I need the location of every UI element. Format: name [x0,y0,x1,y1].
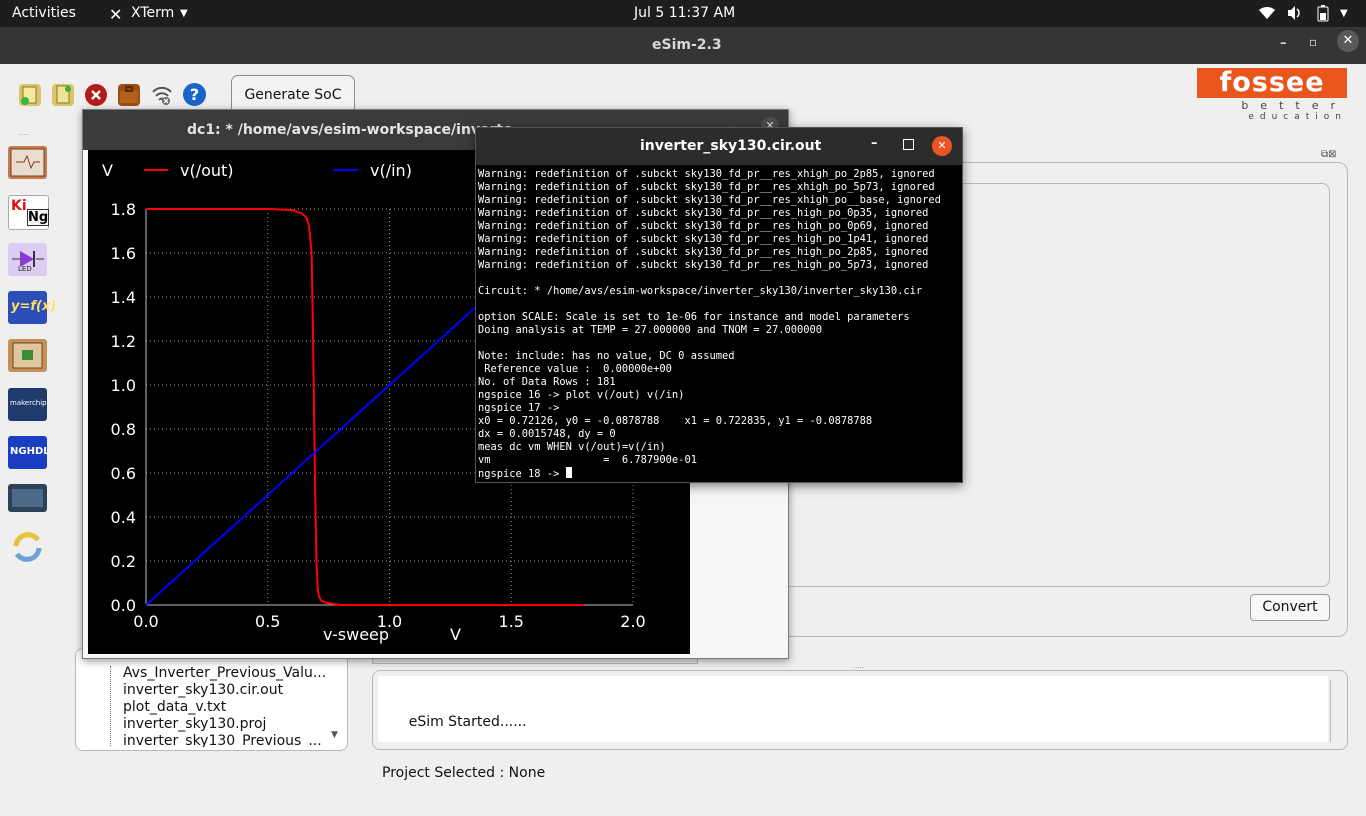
tree-item[interactable]: inverter_sky130.proj [123,716,266,732]
y-tick-label: 1.8 [111,200,136,219]
tree-item[interactable]: plot_data_v.txt [123,699,226,715]
help-icon[interactable]: ? [183,83,206,106]
terminal-line: dx = 0.0015748, dy = 0 [478,428,616,440]
terminal-line: Warning: redefinition of .subckt sky130_… [478,259,929,271]
app-menu-button[interactable]: XTerm [131,5,174,21]
tree-item[interactable]: inverter_sky130_Previous_... [123,733,322,747]
volume-icon[interactable] [1287,5,1303,25]
activities-button[interactable]: Activities [12,5,76,21]
fossee-logo: fossee better education [1197,68,1349,124]
nghdl-icon[interactable]: NGHDL [8,436,50,469]
console-scrollbar[interactable] [1330,680,1341,742]
y-tick-label: 0.2 [111,552,136,571]
terminal-line: ngspice 18 -> [478,467,960,480]
x-axis-label: v-sweep [323,625,389,644]
tree-item[interactable]: inverter_sky130.cir.out [123,682,283,698]
window-title: eSim-2.3 [652,37,722,53]
convert-button[interactable]: Convert [1250,594,1330,621]
console-output: eSim Started...... Project Selected : No… [378,676,1328,781]
terminal-line: x0 = 0.72126, y0 = -0.0878788 x1 = 0.722… [478,415,873,427]
clock[interactable]: Jul 5 11:37 AM [634,5,735,21]
legend-label: v(/in) [370,161,412,180]
tree-guide [110,666,112,746]
terminal-line: Warning: redefinition of .subckt sky130_… [478,168,935,180]
terminal-line: ngspice 17 -> [478,402,560,414]
close-button[interactable]: ✕ [932,136,952,156]
maximize-button[interactable] [903,139,914,150]
wifi-off-icon[interactable] [151,84,173,106]
tree-item[interactable]: Avs_Inverter_Previous_Valu... [123,665,326,681]
y-tick-label: 1.2 [111,332,136,351]
terminal-cursor [565,467,572,478]
terminal-line: Doing analysis at TEMP = 27.000000 and T… [478,324,823,336]
minimize-button[interactable]: – [871,136,878,151]
minimize-button[interactable]: – [1280,36,1287,51]
terminal-line: option SCALE: Scale is set to 1e-06 for … [478,311,910,323]
system-menu-chevron-icon[interactable]: ▼ [1340,8,1348,19]
y-tick-label: 0.0 [111,596,136,615]
x-tick-label: 0.5 [255,612,280,631]
chevron-down-icon: ▼ [180,8,188,19]
y-tick-label: 1.6 [111,244,136,263]
sidebar-grip: ····· [19,131,31,139]
dock-float-icon[interactable]: ⧉⊠ [1321,149,1337,160]
led-icon[interactable]: LED [8,243,47,276]
omedit-icon[interactable] [8,484,47,512]
close-button[interactable]: ✕ [1337,30,1359,52]
battery-icon[interactable] [1317,5,1329,26]
open-project-icon[interactable] [52,84,74,106]
x-tick-label: 2.0 [620,612,645,631]
terminal-line: ngspice 16 -> plot v(/out) v(/in) [478,389,685,401]
x-unit-label: V [450,625,461,644]
terminal-title: inverter_sky130.cir.out [640,138,822,154]
x-tick-label: 1.5 [499,612,524,631]
y-tick-label: 0.8 [111,420,136,439]
y-tick-label: 1.0 [111,376,136,395]
terminal-titlebar: inverter_sky130.cir.out – ✕ [476,128,962,165]
makerchip-icon[interactable]: makerchip [8,388,47,421]
terminal-line: Reference value : 0.00000e+00 [478,363,672,375]
terminal-line: No. of Data Rows : 181 [478,376,616,388]
y-unit-label: V [102,161,113,180]
schematic-icon[interactable] [8,146,47,179]
terminal-output[interactable]: Warning: redefinition of .subckt sky130_… [478,168,960,480]
system-top-bar: Activities ✕ XTerm ▼ Jul 5 11:37 AM ▼ [0,0,1366,27]
terminal-line: vm = 6.787900e-01 [478,454,697,466]
y-tick-label: 0.4 [111,508,136,527]
terminal-line: Warning: redefinition of .subckt sky130_… [478,220,929,232]
yfx-icon[interactable]: y=f(x) [8,291,56,324]
x-tick-label: 0.0 [133,612,158,631]
terminal-line: Warning: redefinition of .subckt sky130_… [478,181,935,193]
terminal-line: Warning: redefinition of .subckt sky130_… [478,207,929,219]
terminal-line: Circuit: * /home/avs/esim-workspace/inve… [478,285,923,297]
legend-label: v(/out) [180,161,234,180]
new-project-icon[interactable] [19,84,41,106]
terminal-line: Note: include: has no value, DC 0 assume… [478,350,735,362]
xterm-app-icon: ✕ [109,5,123,24]
terminal-line: Warning: redefinition of .subckt sky130_… [478,194,941,206]
terminal-line: meas dc vm WHEN v(/out)=v(/in) [478,441,666,453]
terminal-line: Warning: redefinition of .subckt sky130_… [478,246,929,258]
wifi-icon[interactable] [1258,5,1276,25]
pcb-icon[interactable] [8,339,47,372]
toolbox-icon[interactable] [118,84,140,106]
close-project-icon[interactable] [85,84,107,106]
console-line: eSim Started...... [382,714,527,730]
maximize-button[interactable]: ▫ [1309,35,1317,49]
xterm-window[interactable]: inverter_sky130.cir.out – ✕ Warning: red… [475,127,963,483]
y-tick-label: 0.6 [111,464,136,483]
esim-titlebar: eSim-2.3 – ▫ ✕ [0,27,1366,64]
terminal-line: Warning: redefinition of .subckt sky130_… [478,233,929,245]
refresh-icon[interactable] [8,528,47,566]
y-tick-label: 1.4 [111,288,136,307]
kicad-ngspice-icon[interactable]: Ki Ng [8,195,50,230]
tree-scroll-down-icon[interactable]: ▼ [331,730,338,740]
